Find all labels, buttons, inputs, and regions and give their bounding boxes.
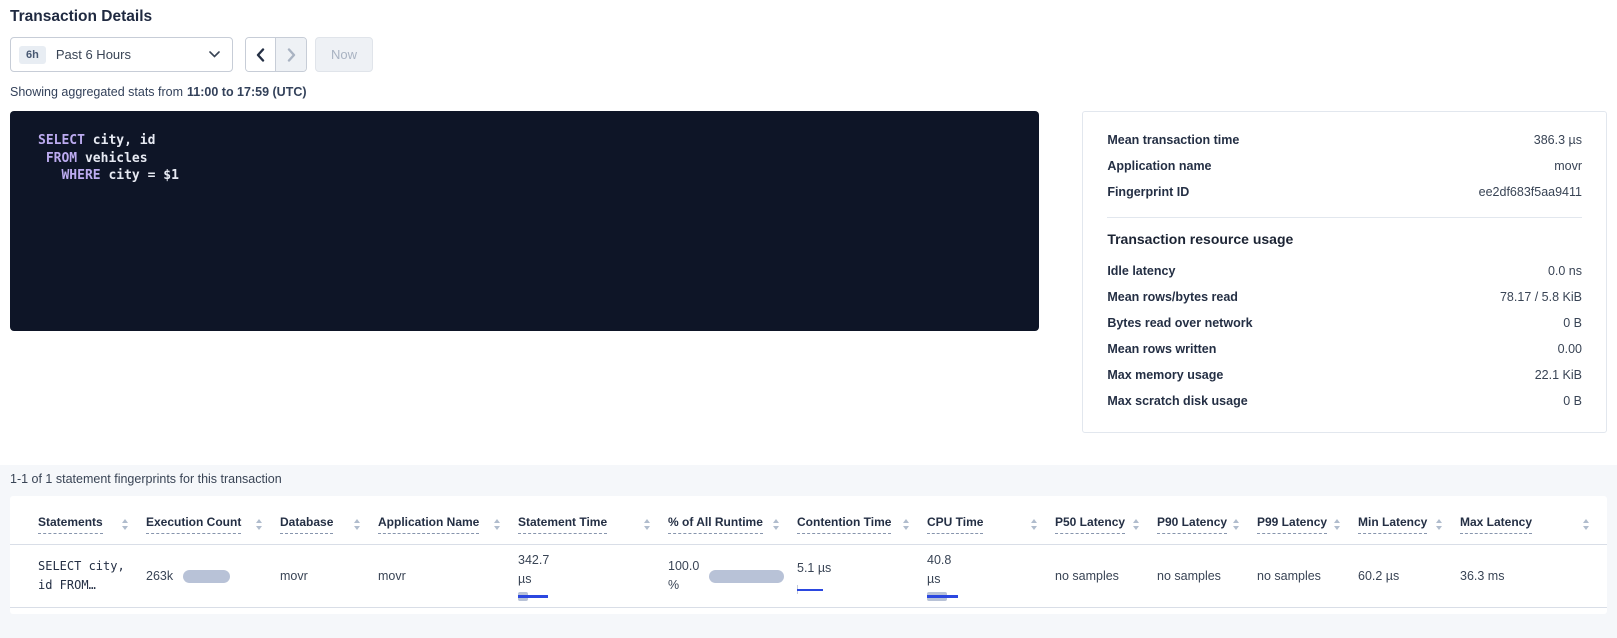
statement-time-cell: 342.7 µs: [518, 551, 658, 601]
sort-icon[interactable]: [771, 517, 781, 532]
caption-prefix: Showing aggregated stats from: [10, 85, 183, 99]
sql-line: FROM vehicles: [38, 151, 148, 166]
chevron-down-icon: [209, 51, 220, 58]
pct-runtime-cell: 100.0 %: [668, 557, 787, 595]
sql-keyword: SELECT: [38, 133, 85, 148]
execution-count-cell: 263k: [146, 569, 270, 583]
time-range-dropdown[interactable]: 6h Past 6 Hours: [10, 37, 233, 72]
sql-line: WHERE city = $1: [38, 168, 179, 183]
contention-time-bar: [797, 585, 823, 594]
aggregated-stats-caption: Showing aggregated stats from 11:00 to 1…: [10, 85, 1607, 99]
statement-row: SELECT city, id FROM… 263k movr movr: [10, 545, 1607, 608]
contention-time-cell: 5.1 µs: [797, 559, 917, 594]
column-header-contention-time[interactable]: Contention Time: [797, 515, 891, 534]
sort-icon[interactable]: [1332, 517, 1342, 532]
sort-icon[interactable]: [1581, 517, 1591, 532]
table-header-row: Statements Execution Count Database Appl…: [10, 496, 1607, 545]
summary-row-fingerprint-id: Fingerprint ID ee2df683f5aa9411: [1107, 179, 1582, 205]
resource-row-bytes-read-over-network: Bytes read over network 0 B: [1107, 310, 1582, 336]
time-range-badge: 6h: [19, 46, 46, 64]
time-controls: 6h Past 6 Hours Now: [10, 37, 1607, 72]
sort-icon[interactable]: [642, 517, 652, 532]
summary-row-mean-transaction-time: Mean transaction time 386.3 µs: [1107, 127, 1582, 153]
column-header-p99-latency[interactable]: P99 Latency: [1257, 515, 1327, 534]
caption-time-range: 11:00 to 17:59 (UTC): [187, 85, 306, 99]
p90-latency-cell: no samples: [1157, 569, 1221, 583]
card-divider: [1107, 217, 1582, 218]
sql-keyword: WHERE: [61, 168, 100, 183]
column-header-min-latency[interactable]: Min Latency: [1358, 515, 1427, 534]
sort-icon[interactable]: [1029, 517, 1039, 532]
column-header-database[interactable]: Database: [280, 515, 333, 534]
column-header-p50-latency[interactable]: P50 Latency: [1055, 515, 1125, 534]
now-button[interactable]: Now: [315, 37, 373, 72]
sort-icon[interactable]: [120, 517, 130, 532]
column-header-pct-all-runtime[interactable]: % of All Runtime: [668, 515, 763, 534]
sort-icon[interactable]: [1231, 517, 1241, 532]
pct-runtime-bar: [709, 570, 784, 583]
top-section: Transaction Details 6h Past 6 Hours Now: [0, 0, 1617, 465]
max-latency-cell: 36.3 ms: [1460, 569, 1504, 583]
p50-latency-cell: no samples: [1055, 569, 1119, 583]
chevron-right-icon: [287, 48, 296, 62]
sql-line: SELECT city, id: [38, 133, 155, 148]
page-title: Transaction Details: [10, 8, 1607, 26]
sort-icon[interactable]: [254, 517, 264, 532]
resource-row-idle-latency: Idle latency 0.0 ns: [1107, 258, 1582, 284]
sort-icon[interactable]: [901, 517, 911, 532]
statements-table-card: Statements Execution Count Database Appl…: [10, 496, 1607, 614]
resource-row-mean-rows-written: Mean rows written 0.00: [1107, 336, 1582, 362]
statements-section: 1-1 of 1 statement fingerprints for this…: [0, 465, 1617, 614]
next-interval-button[interactable]: [275, 38, 306, 71]
column-header-p90-latency[interactable]: P90 Latency: [1157, 515, 1227, 534]
time-range-label: Past 6 Hours: [56, 47, 199, 62]
resource-row-mean-rows-bytes-read: Mean rows/bytes read 78.17 / 5.8 KiB: [1107, 284, 1582, 310]
sql-statement-box: SELECT city, id FROM vehicles WHERE city…: [10, 111, 1039, 331]
resource-row-max-scratch-disk-usage: Max scratch disk usage 0 B: [1107, 388, 1582, 414]
min-latency-cell: 60.2 µs: [1358, 569, 1399, 583]
time-step-buttons: [245, 37, 307, 72]
cpu-time-bar: [927, 592, 958, 601]
chevron-left-icon: [256, 48, 265, 62]
execution-count-bar: [183, 570, 230, 583]
resource-usage-title: Transaction resource usage: [1107, 231, 1582, 247]
column-header-max-latency[interactable]: Max Latency: [1460, 515, 1532, 534]
sql-keyword: FROM: [46, 151, 77, 166]
statement-time-bar: [518, 592, 548, 601]
column-header-application-name[interactable]: Application Name: [378, 515, 479, 534]
statement-fingerprint-link[interactable]: SELECT city, id FROM…: [38, 557, 136, 595]
resource-row-max-memory-usage: Max memory usage 22.1 KiB: [1107, 362, 1582, 388]
previous-interval-button[interactable]: [246, 38, 275, 71]
sort-icon[interactable]: [1434, 517, 1444, 532]
column-header-statement-time[interactable]: Statement Time: [518, 515, 607, 534]
database-cell: movr: [280, 569, 308, 583]
column-header-cpu-time[interactable]: CPU Time: [927, 515, 983, 534]
sort-icon[interactable]: [1131, 517, 1141, 532]
column-header-statements[interactable]: Statements: [38, 515, 103, 534]
sort-icon[interactable]: [352, 517, 362, 532]
cpu-time-cell: 40.8 µs: [927, 551, 1045, 601]
column-header-execution-count[interactable]: Execution Count: [146, 515, 241, 534]
transaction-summary-card: Mean transaction time 386.3 µs Applicati…: [1082, 111, 1607, 433]
summary-row-application-name: Application name movr: [1107, 153, 1582, 179]
fingerprint-count-caption: 1-1 of 1 statement fingerprints for this…: [10, 472, 1607, 486]
statements-table: Statements Execution Count Database Appl…: [10, 496, 1607, 608]
sort-icon[interactable]: [492, 517, 502, 532]
application-name-cell: movr: [378, 569, 406, 583]
p99-latency-cell: no samples: [1257, 569, 1321, 583]
